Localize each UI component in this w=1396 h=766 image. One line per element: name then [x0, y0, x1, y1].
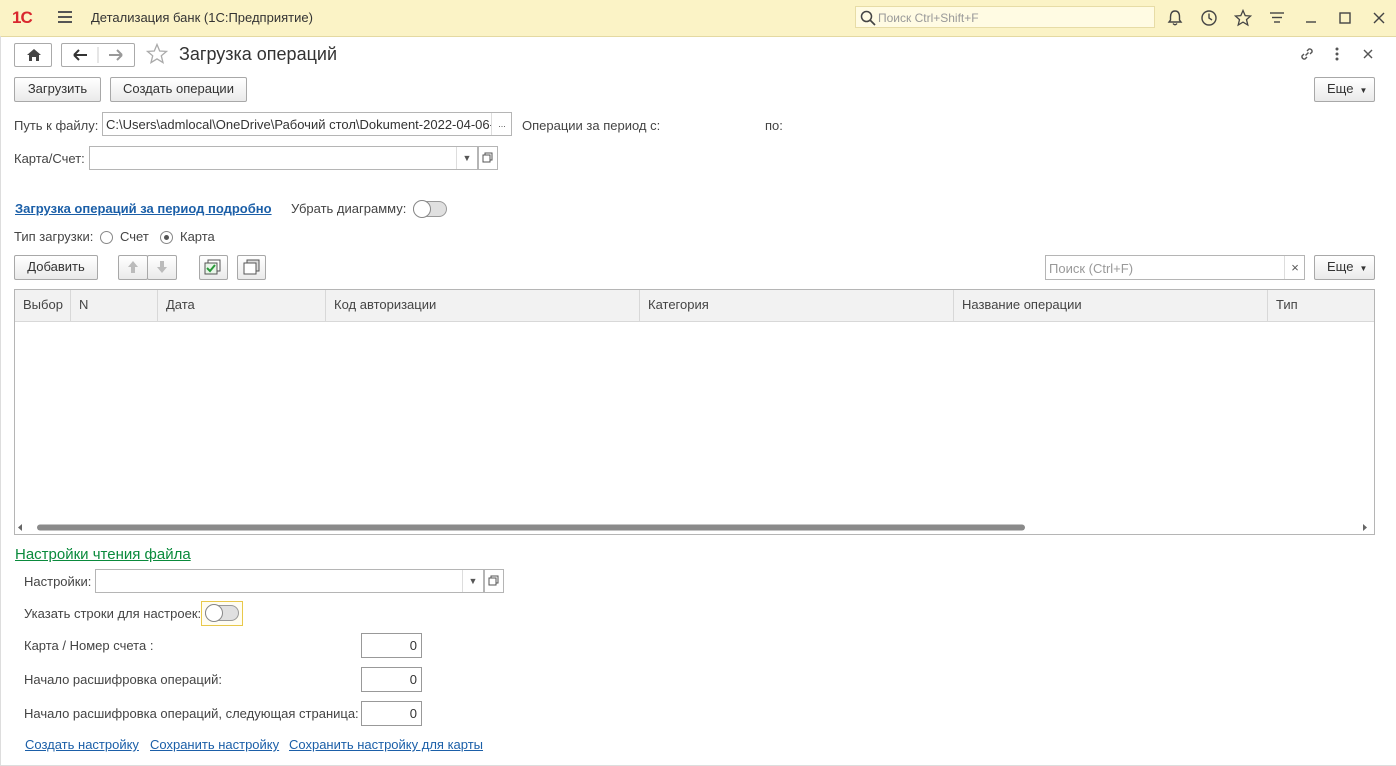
ops-next-page-field[interactable]: 0	[361, 701, 422, 726]
chevron-down-icon: ▼	[1359, 264, 1368, 273]
app-logo: 1С	[12, 8, 33, 27]
more-actions-icon[interactable]	[1330, 45, 1344, 63]
table-header: Выбор N Дата Код авторизации Категория Н…	[15, 290, 1374, 322]
back-arrow-icon[interactable]	[73, 49, 87, 61]
table-search-placeholder: Поиск (Ctrl+F)	[1049, 261, 1134, 276]
add-to-favorites-star-icon[interactable]	[145, 42, 169, 65]
settings-menu-icon[interactable]	[1268, 9, 1286, 27]
period-from-label: Операции за период с:	[522, 118, 661, 133]
load-type-card-radio[interactable]	[160, 231, 173, 244]
check-all-icon	[204, 259, 221, 275]
column-header-auth-code[interactable]: Код авторизации	[326, 290, 640, 321]
history-icon[interactable]	[1200, 9, 1218, 27]
clear-search-button[interactable]: ×	[1284, 256, 1305, 279]
create-setting-link[interactable]: Создать настройку	[25, 737, 139, 752]
file-path-label: Путь к файлу:	[14, 118, 99, 133]
settings-dropdown-icon[interactable]: ▼	[462, 570, 483, 592]
card-account-open-icon[interactable]	[478, 146, 498, 170]
column-header-operation-name[interactable]: Название операции	[954, 290, 1268, 321]
more-button[interactable]: Еще ▼	[1314, 77, 1375, 102]
scroll-right-icon	[1363, 524, 1367, 531]
load-type-account-label: Счет	[120, 229, 149, 244]
home-icon	[27, 49, 41, 61]
global-search-placeholder: Поиск Ctrl+Shift+F	[878, 11, 979, 25]
card-number-label: Карта / Номер счета :	[24, 638, 154, 653]
minimize-icon[interactable]	[1302, 9, 1320, 27]
table-search-input[interactable]: Поиск (Ctrl+F) ×	[1045, 255, 1305, 280]
load-type-account-radio[interactable]	[100, 231, 113, 244]
card-account-field[interactable]: ▼	[89, 146, 478, 170]
specify-rows-label: Указать строки для настроек:	[24, 606, 202, 621]
file-reading-settings-title[interactable]: Настройки чтения файла	[15, 546, 191, 563]
save-card-setting-link[interactable]: Сохранить настройку для карты	[289, 737, 483, 752]
link-icon[interactable]	[1298, 45, 1316, 63]
global-search-input[interactable]: Поиск Ctrl+Shift+F	[855, 6, 1155, 28]
card-number-field[interactable]: 0	[361, 633, 422, 658]
form-title: Загрузка операций	[179, 44, 338, 64]
bell-icon[interactable]	[1166, 9, 1184, 27]
scroll-left-icon	[18, 524, 22, 531]
file-path-field[interactable]: C:\Users\admlocal\OneDrive\Рабочий стол\…	[102, 112, 512, 136]
operations-table[interactable]: Выбор N Дата Код авторизации Категория Н…	[14, 289, 1375, 535]
settings-label: Настройки:	[24, 574, 92, 589]
horizontal-scrollbar[interactable]	[15, 521, 1374, 534]
chevron-down-icon: ▼	[1359, 86, 1368, 95]
table-more-label: Еще	[1327, 259, 1354, 274]
more-button-label: Еще	[1327, 81, 1354, 96]
specify-rows-focus-frame	[201, 601, 243, 626]
search-icon	[860, 10, 876, 26]
column-header-category[interactable]: Категория	[640, 290, 954, 321]
settings-open-icon[interactable]	[484, 569, 504, 593]
table-more-button[interactable]: Еще ▼	[1314, 255, 1375, 280]
arrow-down-icon	[157, 261, 167, 273]
load-type-label: Тип загрузки:	[14, 229, 94, 244]
column-header-select[interactable]: Выбор	[15, 290, 71, 321]
column-header-type[interactable]: Тип	[1268, 290, 1374, 321]
ops-start-label: Начало расшифровка операций:	[24, 672, 222, 687]
title-bar: 1С Детализация банк (1С:Предприятие) Пои…	[0, 0, 1396, 37]
load-type-card-label: Карта	[180, 229, 215, 244]
save-setting-link[interactable]: Сохранить настройку	[150, 737, 279, 752]
favorites-star-icon[interactable]	[1234, 9, 1252, 27]
move-up-button[interactable]	[118, 255, 148, 280]
browse-button[interactable]: ...	[491, 113, 512, 135]
settings-field[interactable]: ▼	[95, 569, 484, 593]
file-path-value: C:\Users\admlocal\OneDrive\Рабочий стол\…	[106, 117, 492, 132]
app-title: Детализация банк (1С:Предприятие)	[91, 10, 313, 25]
close-form-icon[interactable]	[1360, 46, 1376, 62]
uncheck-all-button[interactable]	[237, 255, 266, 280]
close-window-icon[interactable]	[1370, 9, 1388, 27]
main-menu-icon[interactable]	[58, 11, 72, 23]
move-down-button[interactable]	[147, 255, 177, 280]
arrow-up-icon	[128, 261, 138, 273]
nav-buttons	[61, 43, 135, 67]
uncheck-all-icon	[243, 259, 260, 275]
hide-chart-label: Убрать диаграмму:	[291, 201, 407, 216]
period-to-label: по:	[765, 118, 783, 133]
ops-start-field[interactable]: 0	[361, 667, 422, 692]
hide-chart-toggle[interactable]	[413, 200, 447, 218]
check-all-button[interactable]	[199, 255, 228, 280]
card-account-dropdown-icon[interactable]: ▼	[456, 147, 477, 169]
create-operations-button[interactable]: Создать операции	[110, 77, 247, 102]
load-button[interactable]: Загрузить	[14, 77, 101, 102]
forward-arrow-icon[interactable]	[109, 49, 123, 61]
detailed-load-link[interactable]: Загрузка операций за период подробно	[15, 201, 272, 216]
column-header-date[interactable]: Дата	[158, 290, 326, 321]
card-account-label: Карта/Счет:	[14, 151, 85, 166]
ops-next-page-label: Начало расшифровка операций, следующая с…	[24, 706, 359, 721]
specify-rows-toggle[interactable]	[205, 604, 239, 622]
maximize-icon[interactable]	[1336, 9, 1354, 27]
add-row-button[interactable]: Добавить	[14, 255, 98, 280]
column-header-n[interactable]: N	[71, 290, 158, 321]
home-button[interactable]	[14, 43, 52, 67]
